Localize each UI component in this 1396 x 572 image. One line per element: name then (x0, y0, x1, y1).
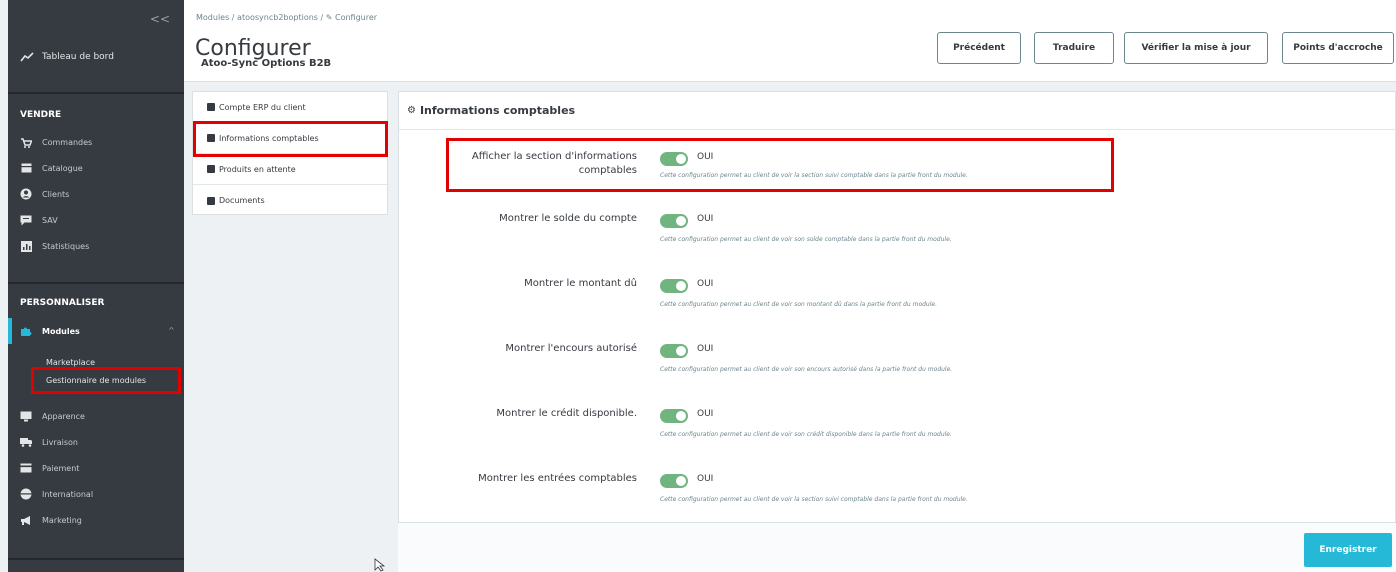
section-personnaliser: PERSONNALISER (20, 298, 105, 308)
breadcrumb: Modules / atoosyncb2boptions / ✎ Configu… (196, 13, 378, 22)
field-label: Montrer l'encours autorisé (505, 343, 637, 354)
divider (8, 92, 184, 94)
cogs-icon: ⚙ (407, 105, 416, 116)
tab-label: Documents (219, 196, 265, 205)
field-help: Cette configuration permet au client de … (660, 301, 937, 308)
sidebar-item-label: International (42, 489, 94, 499)
field-label: Montrer les entrées comptables (478, 473, 637, 484)
panel-header: ⚙ Informations comptables (399, 92, 1396, 130)
sidebar-item-clients[interactable]: Clients (20, 187, 69, 201)
paperclip-icon (207, 196, 215, 205)
panel-title: Informations comptables (419, 104, 576, 117)
tab-compte-erp[interactable]: Compte ERP du client (193, 92, 387, 123)
tab-produits-attente[interactable]: Produits en attente (193, 154, 387, 185)
active-indicator (8, 318, 12, 344)
sidebar-item-label: Modules (42, 326, 80, 336)
verifier-maj-button[interactable]: Vérifier la mise à jour (1124, 32, 1268, 64)
megaphone-icon (20, 514, 32, 526)
divider (8, 282, 184, 284)
sidebar-item-label: Paiement (42, 463, 80, 473)
panel-footer (398, 522, 1396, 572)
globe-icon (20, 488, 32, 500)
store-icon (20, 162, 32, 174)
cubes-icon (207, 165, 215, 173)
cart-icon (20, 136, 32, 148)
puzzle-icon (20, 325, 32, 337)
check-square-icon (207, 103, 215, 111)
tab-label: Produits en attente (219, 164, 296, 174)
user-circle-icon (20, 188, 32, 200)
sidebar-item-apparence[interactable]: Apparence (20, 409, 85, 423)
sidebar-item-livraison[interactable]: Livraison (20, 435, 78, 449)
toggle-value: OUI (697, 344, 714, 354)
field-help: Cette configuration permet au client de … (660, 366, 953, 373)
sidebar-item-commandes[interactable]: Commandes (20, 135, 92, 149)
section-vendre: VENDRE (20, 110, 62, 120)
sidebar-item-label: Livraison (42, 437, 78, 447)
sidebar-item-label: Marketing (42, 515, 82, 525)
traduire-button[interactable]: Traduire (1034, 32, 1114, 64)
highlight-gestionnaire (31, 367, 181, 394)
chart-icon (20, 240, 32, 252)
card-icon (20, 462, 32, 474)
sidebar-item-label: Apparence (42, 411, 85, 421)
chat-icon (20, 214, 32, 226)
toggle-value: OUI (697, 409, 714, 419)
field-label: Montrer le montant dû (524, 278, 637, 289)
sidebar-item-label: Catalogue (42, 163, 83, 173)
points-accroche-button[interactable]: Points d'accroche (1282, 32, 1394, 64)
field-help: Cette configuration permet au client de … (660, 236, 952, 243)
highlight-field (446, 138, 1114, 192)
monitor-icon (20, 410, 32, 422)
sidebar-item-marketing[interactable]: Marketing (20, 513, 82, 527)
toggle-value: OUI (697, 214, 714, 224)
sidebar-item-label: Clients (42, 189, 70, 199)
sidebar-item-catalogue[interactable]: Catalogue (20, 161, 83, 175)
sidebar-item-paiement[interactable]: Paiement (20, 461, 79, 475)
toggle-value: OUI (697, 279, 714, 289)
field-label: Montrer le crédit disponible. (496, 408, 637, 419)
sidebar-item-modules[interactable]: Modules (20, 324, 80, 338)
toggle-value: OUI (697, 474, 714, 484)
divider (8, 558, 184, 560)
precedent-button[interactable]: Précédent (937, 32, 1021, 64)
page-subtitle: Atoo-Sync Options B2B (201, 58, 332, 69)
sidebar-item-dashboard[interactable]: Tableau de bord (20, 52, 114, 62)
sidebar-item-statistiques[interactable]: Statistiques (20, 239, 89, 253)
tab-documents[interactable]: Documents (193, 185, 387, 216)
sidebar-item-sav[interactable]: SAV (20, 213, 58, 227)
sidebar: << Tableau de bord VENDRE Commandes Cata… (8, 0, 184, 572)
toggle-switch[interactable] (660, 279, 688, 293)
toggle-switch[interactable] (660, 214, 688, 228)
toggle-switch[interactable] (660, 409, 688, 423)
sidebar-item-label: SAV (42, 215, 58, 225)
tab-label: Compte ERP du client (219, 102, 306, 112)
sidebar-subitem-marketplace[interactable]: Marketplace (46, 358, 95, 367)
toggle-switch[interactable] (660, 474, 688, 488)
sidebar-item-label: Tableau de bord (42, 52, 114, 62)
sidebar-item-label: Commandes (42, 137, 93, 147)
chevron-up-icon[interactable]: ^ (168, 326, 175, 335)
highlight-tab (193, 121, 388, 157)
trend-icon (20, 52, 34, 62)
collapse-sidebar-button[interactable]: << (150, 12, 170, 26)
toggle-switch[interactable] (660, 344, 688, 358)
sidebar-item-label: Statistiques (42, 241, 90, 251)
field-help: Cette configuration permet au client de … (660, 431, 952, 438)
cursor-icon (374, 558, 386, 572)
field-label: Montrer le solde du compte (499, 213, 637, 224)
save-button[interactable]: Enregistrer (1304, 533, 1392, 567)
truck-icon (20, 436, 32, 448)
field-help: Cette configuration permet au client de … (660, 496, 968, 503)
sidebar-item-international[interactable]: International (20, 487, 93, 501)
